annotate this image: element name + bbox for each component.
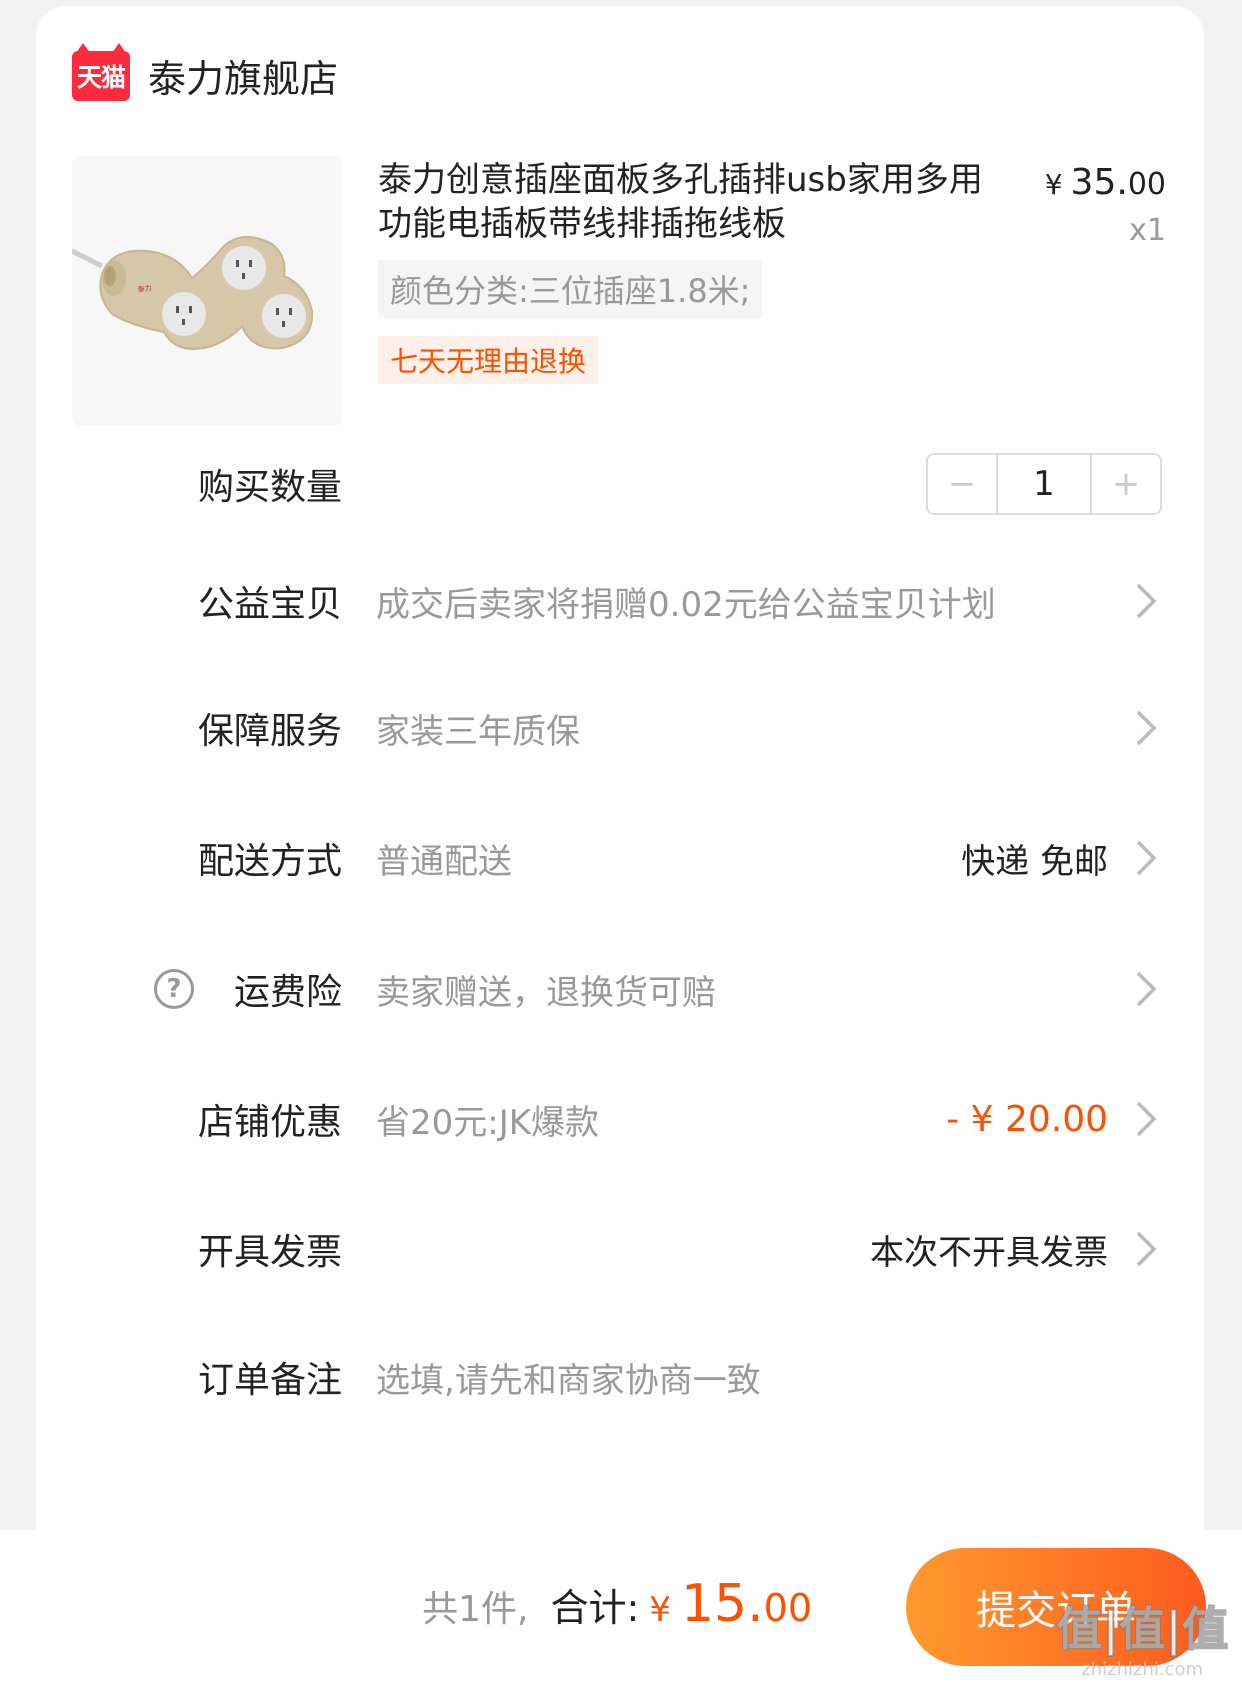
total-label: 合计: [550,1586,640,1630]
shipping-insurance-row[interactable]: ? 运费险 卖家赠送，退换货可赔 [36,959,1204,1019]
guarantee-row[interactable]: 保障服务 家装三年质保 [36,698,1204,758]
item-count: 共1件, [422,1589,529,1630]
invoice-label: 开具发票 [197,1232,342,1273]
chevron-right-icon[interactable] [1128,1097,1162,1141]
charity-row[interactable]: 公益宝贝 成交后卖家将捐赠0.02元给公益宝贝计划 [36,571,1204,631]
watermark-logo: 值|值|值 [1055,1601,1229,1657]
chevron-right-icon[interactable] [1128,836,1162,880]
charity-label: 公益宝贝 [197,584,342,625]
product-image[interactable]: 泰力 [72,156,342,426]
tmall-logo-text: 天猫 [76,62,126,92]
watermark-url: zhizhizhi.com [1081,1659,1204,1680]
charity-desc: 成交后卖家将捐赠0.02元给公益宝贝计划 [376,584,996,625]
order-summary: 共1件, 合计: ¥ 15. 00 [422,1574,812,1634]
sku-tag: 颜色分类:三位插座1.8米; [378,260,763,318]
price-cents: 00 [1127,167,1166,202]
discount-desc: 省20元:JK爆款 [376,1102,600,1143]
guarantee-desc: 家装三年质保 [376,711,580,752]
insurance-label: 运费险 [233,972,342,1013]
quantity-stepper[interactable]: − 1 + [926,453,1162,515]
product-title[interactable]: 泰力创意插座面板多孔插排usb家用多用功能电插板带线排插拖线板 [378,158,1006,246]
quantity-row: 购买数量 − 1 + [36,453,1204,515]
return-policy-badge: 七天无理由退换 [378,336,599,384]
quantity-mark: x1 [1129,213,1166,248]
order-note-input[interactable]: 选填,请先和商家协商一致 [376,1353,761,1402]
quantity-value[interactable]: 1 [996,455,1092,513]
invoice-value: 本次不开具发票 [870,1232,1108,1273]
total-amount: 15. [680,1574,764,1634]
watermark: 值|值|值 zhizhizhi.com [1055,1593,1229,1680]
chevron-right-icon[interactable] [1128,579,1162,623]
price-yen: ¥ [1044,168,1063,201]
delivery-label: 配送方式 [197,841,342,882]
store-discount-row[interactable]: 店铺优惠 省20元:JK爆款 - ¥ 20.00 [36,1089,1204,1149]
note-label: 订单备注 [197,1360,342,1401]
price-main: 35. [1070,162,1128,203]
delivery-value: 快递 免邮 [961,841,1108,882]
store-header[interactable]: 天猫 泰力旗舰店 [72,42,338,103]
tmall-logo: 天猫 [72,42,130,101]
chevron-right-icon[interactable] [1128,967,1162,1011]
store-name[interactable]: 泰力旗舰店 [148,48,338,103]
discount-label: 店铺优惠 [197,1102,342,1143]
chevron-right-icon[interactable] [1128,706,1162,750]
order-card: 天猫 泰力旗舰店 泰力 泰力创意插座面板多孔插排usb家用多用功能电插板带线排插… [36,6,1204,1688]
discount-amount: - ¥ 20.00 [946,1098,1108,1140]
order-note-row: 订单备注 选填,请先和商家协商一致 [36,1347,1204,1407]
delivery-row[interactable]: 配送方式 普通配送 快递 免邮 [36,828,1204,888]
decrease-button[interactable]: − [928,455,996,513]
increase-button[interactable]: + [1092,455,1160,513]
power-strip-image: 泰力 [72,236,314,350]
price-box: ¥35.00 x1 [1045,162,1166,248]
total-cents: 00 [763,1586,812,1630]
quantity-label: 购买数量 [197,467,342,508]
unit-price: ¥35.00 [1045,162,1166,203]
delivery-desc: 普通配送 [376,841,512,882]
invoice-row[interactable]: 开具发票 本次不开具发票 [36,1219,1204,1279]
insurance-desc: 卖家赠送，退换货可赔 [376,972,716,1013]
chevron-right-icon[interactable] [1128,1227,1162,1271]
checkout-bar: 共1件, 合计: ¥ 15. 00 提交订单 值|值|值 zhizhizhi.co… [0,1530,1242,1688]
guarantee-label: 保障服务 [197,711,342,752]
total-yen: ¥ [649,1590,671,1630]
